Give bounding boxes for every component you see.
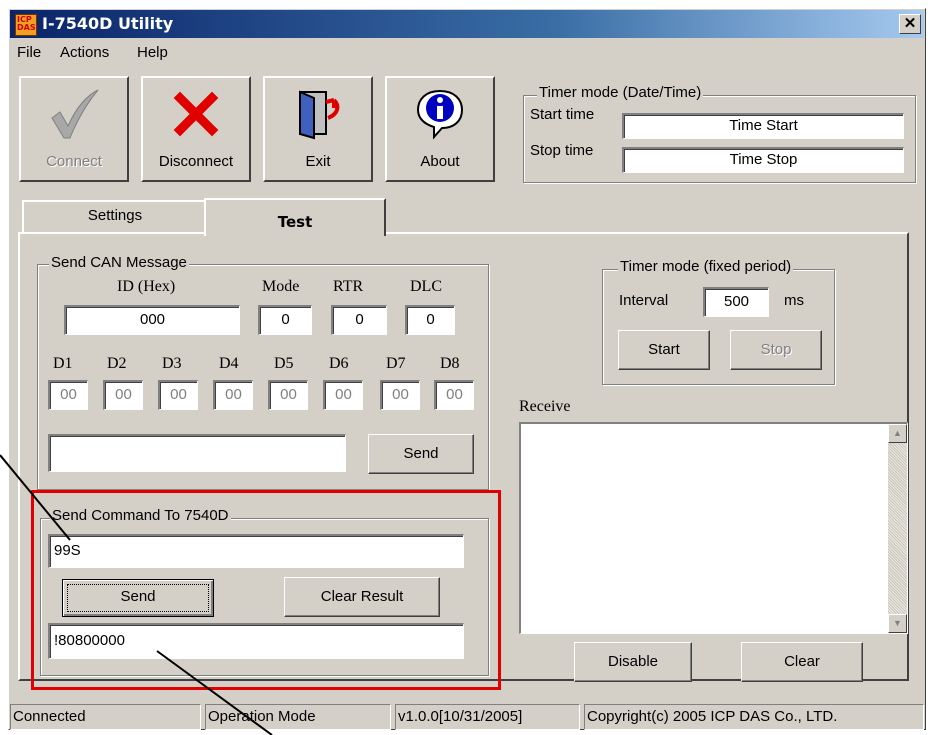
callout-lines (0, 454, 273, 735)
callout-line-result (156, 650, 273, 735)
callout-line-command (0, 454, 71, 541)
